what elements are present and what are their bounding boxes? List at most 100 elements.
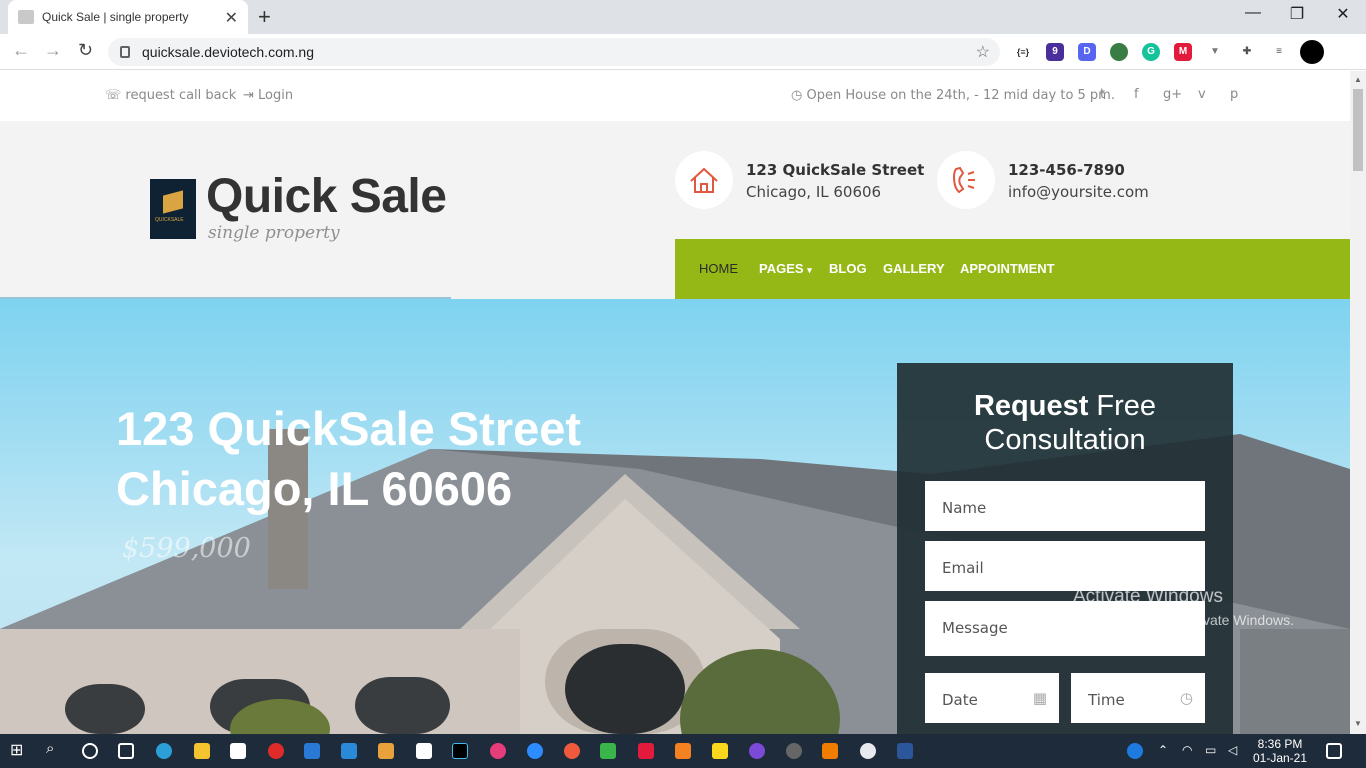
login-link[interactable]: ⇥ Login bbox=[243, 88, 293, 103]
site-logo[interactable]: QUICKSALE bbox=[150, 179, 196, 239]
request-callback-label: request call back bbox=[125, 88, 237, 103]
reload-button[interactable]: ↻ bbox=[78, 40, 93, 61]
name-input[interactable]: Name bbox=[925, 481, 1205, 531]
address-line2: Chicago, IL 60606 bbox=[746, 183, 882, 201]
email-input[interactable]: Email bbox=[925, 541, 1205, 591]
forward-button[interactable]: → bbox=[44, 40, 62, 61]
login-label: Login bbox=[258, 88, 294, 103]
scroll-up-icon[interactable]: ▲ bbox=[1354, 75, 1362, 84]
consultation-form: Request Free Consultation Name Email Mes… bbox=[897, 363, 1233, 734]
bookmark-star-icon[interactable]: ☆ bbox=[976, 42, 990, 62]
main-nav: HOME PAGES ▾ BLOG GALLERY APPOINTMENT bbox=[675, 239, 1350, 299]
scroll-thumb[interactable] bbox=[1353, 89, 1363, 171]
app-green-icon[interactable] bbox=[600, 743, 616, 759]
extensions-puzzle-icon[interactable]: ✚ bbox=[1238, 43, 1256, 61]
extension-purple-icon[interactable]: 9 bbox=[1046, 43, 1064, 61]
twitter-icon[interactable]: t bbox=[1100, 87, 1105, 102]
extension-m-icon[interactable]: M bbox=[1174, 43, 1192, 61]
windows-taskbar: ⊞ ⌕ ⌃ ◠ ▭ ◁ 8:36 PM 01-Jan-21 bbox=[0, 734, 1366, 768]
store-icon[interactable] bbox=[230, 743, 246, 759]
back-button[interactable]: ← bbox=[12, 40, 30, 61]
address-line1: 123 QuickSale Street bbox=[746, 161, 925, 179]
scroll-down-icon[interactable]: ▼ bbox=[1354, 719, 1362, 728]
extension-v-icon[interactable]: ▼ bbox=[1206, 43, 1224, 61]
phone-number[interactable]: 123-456-7890 bbox=[1008, 161, 1125, 179]
vimeo-icon[interactable]: v bbox=[1198, 87, 1206, 102]
email-address[interactable]: info@yoursite.com bbox=[1008, 183, 1149, 201]
xampp-icon[interactable] bbox=[675, 743, 691, 759]
extension-globe-icon[interactable] bbox=[1110, 43, 1128, 61]
extension-d-icon[interactable]: D bbox=[1078, 43, 1096, 61]
nav-pages[interactable]: PAGES ▾ bbox=[759, 261, 812, 276]
json-extension-icon[interactable]: {≡} bbox=[1014, 43, 1032, 61]
hero-title-line2: Chicago, IL 60606 bbox=[116, 462, 513, 515]
app-purple-icon[interactable] bbox=[749, 743, 765, 759]
form-title-line2: Consultation bbox=[984, 424, 1146, 456]
google-plus-icon[interactable]: g+ bbox=[1163, 87, 1182, 102]
notifications-icon[interactable] bbox=[1326, 743, 1342, 759]
new-tab-button[interactable]: + bbox=[258, 4, 271, 30]
chevron-up-icon[interactable]: ⌃ bbox=[1158, 743, 1174, 759]
nav-blog[interactable]: BLOG bbox=[829, 261, 867, 276]
mail-icon[interactable] bbox=[304, 743, 320, 759]
time-placeholder: Time bbox=[1088, 691, 1125, 709]
taskbar-clock[interactable]: 8:36 PM 01-Jan-21 bbox=[1250, 737, 1310, 765]
word-icon[interactable] bbox=[897, 743, 913, 759]
chrome-icon[interactable] bbox=[860, 743, 876, 759]
notepad-icon[interactable] bbox=[416, 743, 432, 759]
app-orange-icon[interactable] bbox=[564, 743, 580, 759]
phone-icon-circle bbox=[937, 151, 995, 209]
site-title[interactable]: Quick Sale bbox=[206, 169, 447, 224]
date-input[interactable]: Date ▦ bbox=[925, 673, 1059, 723]
pycharm-icon[interactable] bbox=[452, 743, 468, 759]
search-icon[interactable]: ⌕ bbox=[46, 740, 62, 757]
media-control-icon[interactable]: ≡ bbox=[1270, 43, 1288, 61]
app-red-icon[interactable] bbox=[268, 743, 284, 759]
battery-icon[interactable]: ▭ bbox=[1205, 743, 1221, 759]
browser-toolbar: ← → ↻ quicksale.deviotech.com.ng ☆ {≡} 9… bbox=[0, 34, 1366, 70]
app-m-icon[interactable] bbox=[638, 743, 654, 759]
minimize-button[interactable]: — bbox=[1230, 4, 1276, 22]
tab-close-icon[interactable]: ✕ bbox=[225, 8, 238, 28]
scrollbar[interactable]: ▲ ▼ bbox=[1350, 71, 1366, 734]
tab-title: Quick Sale | single property bbox=[42, 10, 189, 24]
media-app-icon[interactable] bbox=[490, 743, 506, 759]
facebook-icon[interactable]: f bbox=[1134, 87, 1139, 102]
request-callback-link[interactable]: ☏ request call back bbox=[105, 88, 236, 103]
vlc-icon[interactable] bbox=[822, 743, 838, 759]
wifi-icon[interactable]: ◠ bbox=[1182, 743, 1198, 759]
house-icon bbox=[690, 167, 718, 193]
task-view-icon[interactable] bbox=[118, 743, 134, 759]
favicon-icon bbox=[18, 10, 34, 24]
browser-tab[interactable]: Quick Sale | single property ✕ bbox=[8, 0, 248, 34]
date-placeholder: Date bbox=[942, 691, 978, 709]
activate-windows-title: Activate Windows bbox=[1073, 586, 1223, 607]
activate-windows-subtitle: Go to Settings to activate Windows. bbox=[1073, 612, 1294, 628]
pinterest-icon[interactable]: p bbox=[1230, 87, 1238, 102]
windows-start-icon[interactable]: ⊞ bbox=[10, 740, 26, 759]
address-bar[interactable]: quicksale.deviotech.com.ng ☆ bbox=[108, 38, 1000, 66]
profile-avatar[interactable] bbox=[1300, 40, 1324, 64]
restore-button[interactable]: ❐ bbox=[1274, 4, 1320, 24]
clock-time: 8:36 PM bbox=[1257, 737, 1303, 751]
hero-section: 123 QuickSale Street Chicago, IL 60606 $… bbox=[0, 299, 1350, 734]
logo-book-icon bbox=[163, 190, 183, 214]
teamviewer-icon[interactable] bbox=[527, 743, 543, 759]
nav-appointment[interactable]: APPOINTMENT bbox=[960, 261, 1055, 276]
edge-icon[interactable] bbox=[156, 743, 172, 759]
cortana-icon[interactable] bbox=[82, 743, 98, 759]
volume-icon[interactable]: ◁ bbox=[1228, 743, 1244, 759]
file-explorer-icon[interactable] bbox=[194, 743, 210, 759]
close-window-button[interactable]: ✕ bbox=[1320, 4, 1366, 24]
nav-home[interactable]: HOME bbox=[699, 261, 738, 276]
chevron-down-icon: ▾ bbox=[807, 265, 812, 275]
sticky-notes-icon[interactable] bbox=[712, 743, 728, 759]
help-icon[interactable] bbox=[1127, 743, 1143, 759]
app-grey-icon[interactable] bbox=[786, 743, 802, 759]
git-icon[interactable] bbox=[378, 743, 394, 759]
message-input[interactable]: Message bbox=[925, 601, 1205, 656]
time-input[interactable]: Time ◷ bbox=[1071, 673, 1205, 723]
vscode-icon[interactable] bbox=[341, 743, 357, 759]
nav-gallery[interactable]: GALLERY bbox=[883, 261, 945, 276]
grammarly-icon[interactable]: G bbox=[1142, 43, 1160, 61]
